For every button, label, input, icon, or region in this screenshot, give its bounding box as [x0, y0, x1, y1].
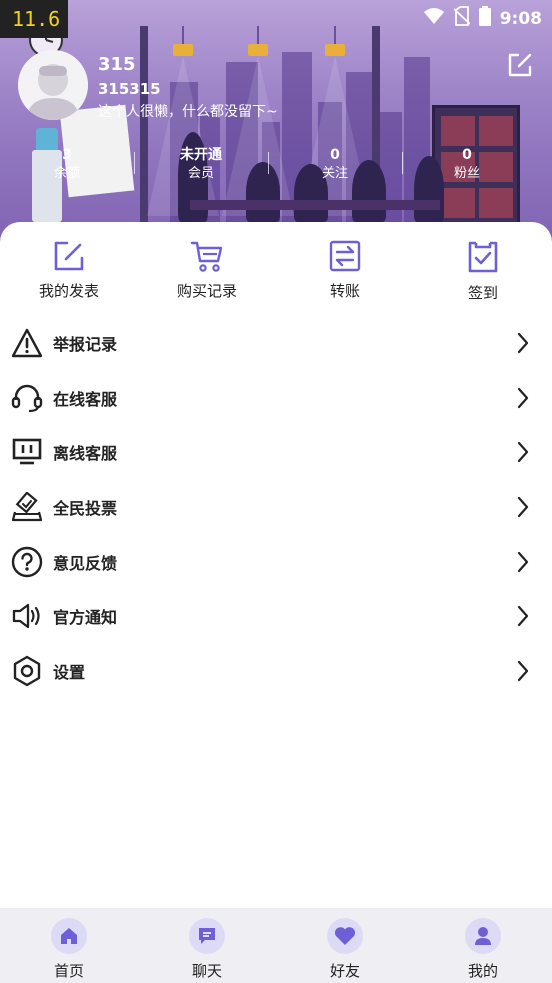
menu-item-online-support[interactable]: 在线客服 [0, 371, 552, 426]
avatar[interactable] [18, 50, 88, 120]
cart-icon [190, 241, 223, 272]
chevron-right-icon [516, 551, 530, 573]
content-card: 我的发表 购买记录 转账 签到 举报记录 在线客服 离线客服 全民投票 意见反馈… [0, 222, 552, 908]
stat-value: 0 [462, 147, 472, 163]
stat-followers[interactable]: 0 粉丝 [400, 146, 534, 184]
menu-item-label: 举报记录 [53, 335, 118, 355]
stat-balance[interactable]: 3 余额 [0, 146, 134, 184]
tab-mine[interactable]: 我的 [414, 918, 552, 981]
menu-item-public-vote[interactable]: 全民投票 [0, 480, 552, 535]
avatar-placeholder-icon [18, 50, 88, 120]
stat-membership[interactable]: 未开通 会员 [134, 146, 268, 184]
question-icon [10, 545, 44, 579]
quick-action-label: 转账 [329, 282, 360, 300]
quick-action-label: 购买记录 [176, 282, 237, 300]
stat-label: 余额 [53, 166, 80, 181]
settings-icon [10, 654, 44, 688]
app-root: 11.6 9:08 315 315315 这个人很懒，什么都没留下~ 3 余额 … [0, 0, 552, 983]
tab-friends[interactable]: 好友 [276, 918, 414, 981]
tab-label: 聊天 [191, 962, 222, 980]
warning-icon [10, 326, 44, 360]
monitor-icon [10, 435, 44, 469]
transfer-icon [329, 240, 361, 272]
menu-item-label: 离线客服 [53, 444, 118, 464]
vote-icon [10, 490, 44, 524]
tab-chat[interactable]: 聊天 [138, 918, 276, 981]
menu-item-offline-support[interactable]: 离线客服 [0, 425, 552, 480]
quick-action-checkin[interactable]: 签到 [414, 240, 552, 303]
bottom-tab-bar: 首页 聊天 好友 我的 [0, 908, 552, 983]
profile-stats: 3 余额 未开通 会员 0 关注 0 粉丝 [0, 146, 552, 188]
chevron-right-icon [516, 441, 530, 463]
checkin-icon [468, 241, 498, 273]
tab-label: 我的 [467, 962, 498, 980]
profile-name: 315 [98, 54, 136, 75]
headset-icon [10, 381, 44, 415]
quick-actions: 我的发表 购买记录 转账 签到 [0, 240, 552, 312]
user-icon [465, 918, 501, 954]
profile-signature: 这个人很懒，什么都没留下~ [98, 104, 278, 120]
speaker-icon [10, 599, 44, 633]
tab-home[interactable]: 首页 [0, 918, 138, 981]
chevron-right-icon [516, 496, 530, 518]
menu-item-label: 意见反馈 [53, 553, 118, 573]
profile-header-background [0, 0, 552, 250]
status-time: 9:08 [499, 8, 542, 29]
edit-profile-button[interactable] [506, 51, 534, 79]
settings-menu: 举报记录 在线客服 离线客服 全民投票 意见反馈 官方通知 设置 [0, 316, 552, 698]
stat-label: 会员 [187, 166, 214, 181]
stat-label: 关注 [321, 166, 348, 181]
menu-item-label: 全民投票 [53, 499, 118, 519]
quick-action-transfer[interactable]: 转账 [276, 240, 414, 301]
menu-item-official-notice[interactable]: 官方通知 [0, 589, 552, 644]
menu-item-label: 在线客服 [53, 389, 118, 409]
chevron-right-icon [516, 605, 530, 627]
battery-icon [478, 6, 491, 31]
menu-item-label: 设置 [53, 662, 86, 682]
heart-icon [327, 918, 363, 954]
home-icon [51, 918, 87, 954]
menu-item-report-records[interactable]: 举报记录 [0, 316, 552, 371]
wifi-icon [423, 7, 445, 30]
status-bar: 11.6 9:08 [0, 0, 552, 38]
stat-following[interactable]: 0 关注 [268, 146, 402, 184]
status-icons: 9:08 [423, 6, 542, 31]
profile-user-id: 315315 [98, 80, 161, 98]
menu-item-label: 官方通知 [53, 608, 118, 628]
quick-action-label: 签到 [467, 284, 498, 302]
status-badge: 11.6 [0, 0, 68, 38]
quick-action-purchases[interactable]: 购买记录 [138, 240, 276, 301]
edit-icon [508, 53, 532, 77]
stat-label: 粉丝 [453, 166, 480, 181]
quick-action-my-posts[interactable]: 我的发表 [0, 240, 138, 301]
tab-label: 首页 [53, 962, 84, 980]
menu-item-settings[interactable]: 设置 [0, 644, 552, 699]
stat-value: 未开通 [180, 147, 222, 163]
no-sim-icon [453, 6, 471, 31]
chevron-right-icon [516, 660, 530, 682]
chat-icon [189, 918, 225, 954]
tab-label: 好友 [329, 962, 360, 980]
menu-item-feedback[interactable]: 意见反馈 [0, 534, 552, 589]
quick-action-label: 我的发表 [38, 282, 99, 300]
chevron-right-icon [516, 387, 530, 409]
chevron-right-icon [516, 332, 530, 354]
stat-value: 0 [330, 147, 340, 163]
edit-icon [54, 241, 84, 271]
stat-value: 3 [62, 147, 72, 163]
